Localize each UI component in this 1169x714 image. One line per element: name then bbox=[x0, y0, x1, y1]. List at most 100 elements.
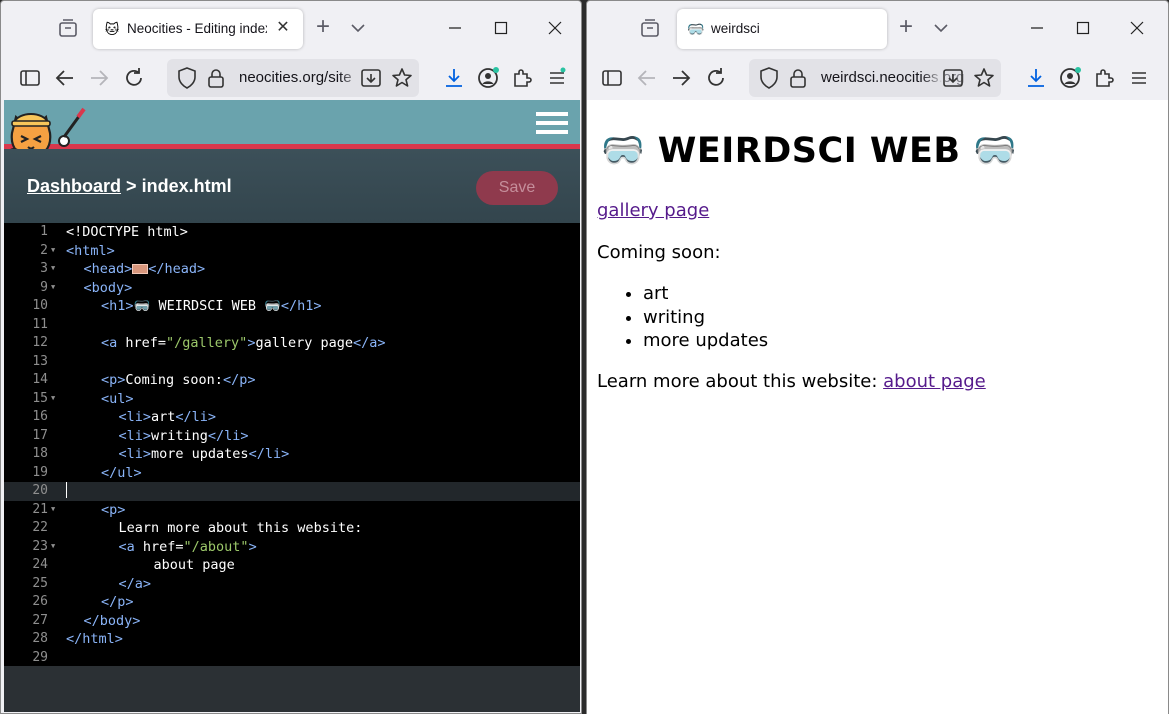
code-line[interactable]: 11 bbox=[4, 316, 580, 335]
tab-list-icon[interactable] bbox=[637, 17, 663, 41]
code-text: <a href="/about"> bbox=[118, 538, 257, 555]
code-line[interactable]: 23 ▼ <a href="/about"> bbox=[4, 538, 580, 557]
code-line[interactable]: 19 </ul> bbox=[4, 464, 580, 483]
save-to-pocket-icon[interactable] bbox=[941, 66, 965, 90]
editor-footer bbox=[4, 666, 580, 712]
minimize-icon[interactable] bbox=[443, 16, 467, 40]
maximize-icon[interactable] bbox=[1071, 16, 1095, 40]
back-icon[interactable] bbox=[52, 65, 78, 91]
line-number: 27 bbox=[32, 612, 48, 628]
code-line[interactable]: 1 <!DOCTYPE html> bbox=[4, 223, 580, 242]
save-to-pocket-icon[interactable] bbox=[359, 66, 383, 90]
tab-bar: 🐱 Neocities - Editing index.h ✕ + bbox=[1, 1, 581, 55]
lock-icon[interactable] bbox=[205, 66, 227, 90]
code-line[interactable]: 16 <li>art</li> bbox=[4, 408, 580, 427]
fold-toggle-icon[interactable]: ▼ bbox=[51, 242, 55, 258]
list-item: more updates bbox=[643, 329, 768, 353]
learn-more-paragraph: Learn more about this website: about pag… bbox=[597, 371, 986, 392]
sidebar-icon[interactable] bbox=[599, 65, 625, 91]
tab-neocities-editor[interactable]: 🐱 Neocities - Editing index.h ✕ bbox=[93, 9, 303, 49]
code-line[interactable]: 13 bbox=[4, 353, 580, 372]
code-text: <!DOCTYPE html> bbox=[66, 224, 188, 240]
tab-weirdsci[interactable]: 🥽 weirdsci bbox=[677, 9, 887, 49]
code-line[interactable]: 26 </p> bbox=[4, 593, 580, 612]
new-tab-icon[interactable]: + bbox=[311, 15, 335, 40]
shield-icon[interactable] bbox=[757, 65, 781, 91]
code-line[interactable]: 14 <p>Coming soon:</p> bbox=[4, 371, 580, 390]
fold-toggle-icon[interactable]: ▼ bbox=[51, 538, 55, 554]
code-line[interactable]: 25 </a> bbox=[4, 575, 580, 594]
goggles-favicon-icon: 🥽 bbox=[687, 21, 705, 37]
tab-list-icon[interactable] bbox=[55, 17, 81, 41]
line-number: 9 bbox=[40, 279, 48, 295]
url-bar[interactable]: weirdsci.neocities.org bbox=[749, 59, 1001, 97]
code-text: <ul> bbox=[101, 390, 134, 407]
code-text: </html> bbox=[66, 631, 123, 647]
forward-icon[interactable] bbox=[668, 65, 694, 91]
code-line[interactable]: 21 ▼ <p> bbox=[4, 501, 580, 520]
reload-icon[interactable] bbox=[121, 65, 147, 91]
code-text: about page bbox=[153, 557, 235, 573]
breadcrumb-dashboard-link[interactable]: Dashboard bbox=[27, 176, 121, 196]
code-line[interactable]: 27 </body> bbox=[4, 612, 580, 631]
url-bar[interactable]: neocities.org/site bbox=[167, 59, 419, 97]
code-line[interactable]: 10 <h1>🥽 WEIRDSCI WEB 🥽</h1> bbox=[4, 297, 580, 316]
code-line[interactable]: 28 </html> bbox=[4, 630, 580, 649]
about-page-link[interactable]: about page bbox=[883, 371, 986, 392]
menu-icon[interactable] bbox=[1126, 65, 1152, 91]
hamburger-menu-icon[interactable] bbox=[536, 112, 568, 134]
extensions-icon[interactable] bbox=[509, 65, 535, 91]
menu-icon[interactable] bbox=[544, 65, 570, 91]
fold-toggle-icon[interactable]: ▼ bbox=[51, 390, 55, 406]
line-number: 18 bbox=[32, 446, 48, 461]
sidebar-icon[interactable] bbox=[17, 65, 43, 91]
code-line[interactable]: 18 <li>more updates</li> bbox=[4, 445, 580, 464]
line-number: 26 bbox=[32, 594, 48, 609]
code-line[interactable]: 12 <a href="/gallery">gallery page</a> bbox=[4, 334, 580, 353]
fold-toggle-icon[interactable]: ▼ bbox=[51, 279, 55, 295]
forward-icon[interactable] bbox=[86, 65, 112, 91]
lock-icon[interactable] bbox=[787, 66, 809, 90]
code-line[interactable]: 20 bbox=[4, 482, 580, 501]
breadcrumb: Dashboard > index.html bbox=[27, 176, 232, 197]
reload-icon[interactable] bbox=[703, 65, 729, 91]
account-icon[interactable] bbox=[1057, 65, 1083, 91]
bookmark-star-icon[interactable] bbox=[390, 66, 414, 90]
code-line[interactable]: 17 <li>writing</li> bbox=[4, 427, 580, 446]
close-window-icon[interactable] bbox=[1125, 16, 1149, 40]
tab-overflow-chevron-icon[interactable] bbox=[929, 16, 953, 40]
code-line[interactable]: 2 ▼ <html> bbox=[4, 242, 580, 261]
close-window-icon[interactable] bbox=[543, 16, 567, 40]
downloads-icon[interactable] bbox=[1023, 65, 1049, 91]
fold-toggle-icon[interactable]: ▼ bbox=[51, 501, 55, 517]
page-heading: 🥽 WEIRDSCI WEB 🥽 bbox=[601, 131, 1018, 171]
code-text: <li>writing</li> bbox=[118, 427, 249, 444]
shield-icon[interactable] bbox=[175, 65, 199, 91]
new-tab-icon[interactable]: + bbox=[894, 15, 918, 40]
save-button[interactable]: Save bbox=[476, 171, 558, 205]
gallery-page-link[interactable]: gallery page bbox=[597, 200, 709, 221]
code-line[interactable]: 3 ▼ <head> </head> bbox=[4, 260, 580, 279]
back-icon[interactable] bbox=[634, 65, 660, 91]
code-line[interactable]: 22 Learn more about this website: bbox=[4, 519, 580, 538]
code-text: <head> </head> bbox=[83, 261, 206, 277]
fold-toggle-icon[interactable]: ▼ bbox=[51, 260, 55, 276]
code-editor[interactable]: 1 <!DOCTYPE html> 2 ▼ <html> 3 ▼ <head> </head> 9… bbox=[4, 223, 580, 666]
line-number: 1 bbox=[40, 224, 48, 239]
code-text: </p> bbox=[101, 594, 134, 610]
code-line[interactable]: 9 ▼ <body> bbox=[4, 279, 580, 298]
coming-soon-text: Coming soon: bbox=[597, 242, 721, 263]
close-tab-icon[interactable]: ✕ bbox=[273, 18, 293, 38]
code-line[interactable]: 24 about page bbox=[4, 556, 580, 575]
nav-bar: weirdsci.neocities.org bbox=[587, 55, 1168, 101]
account-icon[interactable] bbox=[475, 65, 501, 91]
minimize-icon[interactable] bbox=[1025, 16, 1049, 40]
extensions-icon[interactable] bbox=[1091, 65, 1117, 91]
code-line[interactable]: 29 bbox=[4, 649, 580, 668]
downloads-icon[interactable] bbox=[441, 65, 467, 91]
tab-overflow-chevron-icon[interactable] bbox=[346, 16, 370, 40]
code-line[interactable]: 15 ▼ <ul> bbox=[4, 390, 580, 409]
maximize-icon[interactable] bbox=[489, 16, 513, 40]
code-text: <h1>🥽 WEIRDSCI WEB 🥽</h1> bbox=[101, 298, 322, 314]
bookmark-star-icon[interactable] bbox=[972, 66, 996, 90]
